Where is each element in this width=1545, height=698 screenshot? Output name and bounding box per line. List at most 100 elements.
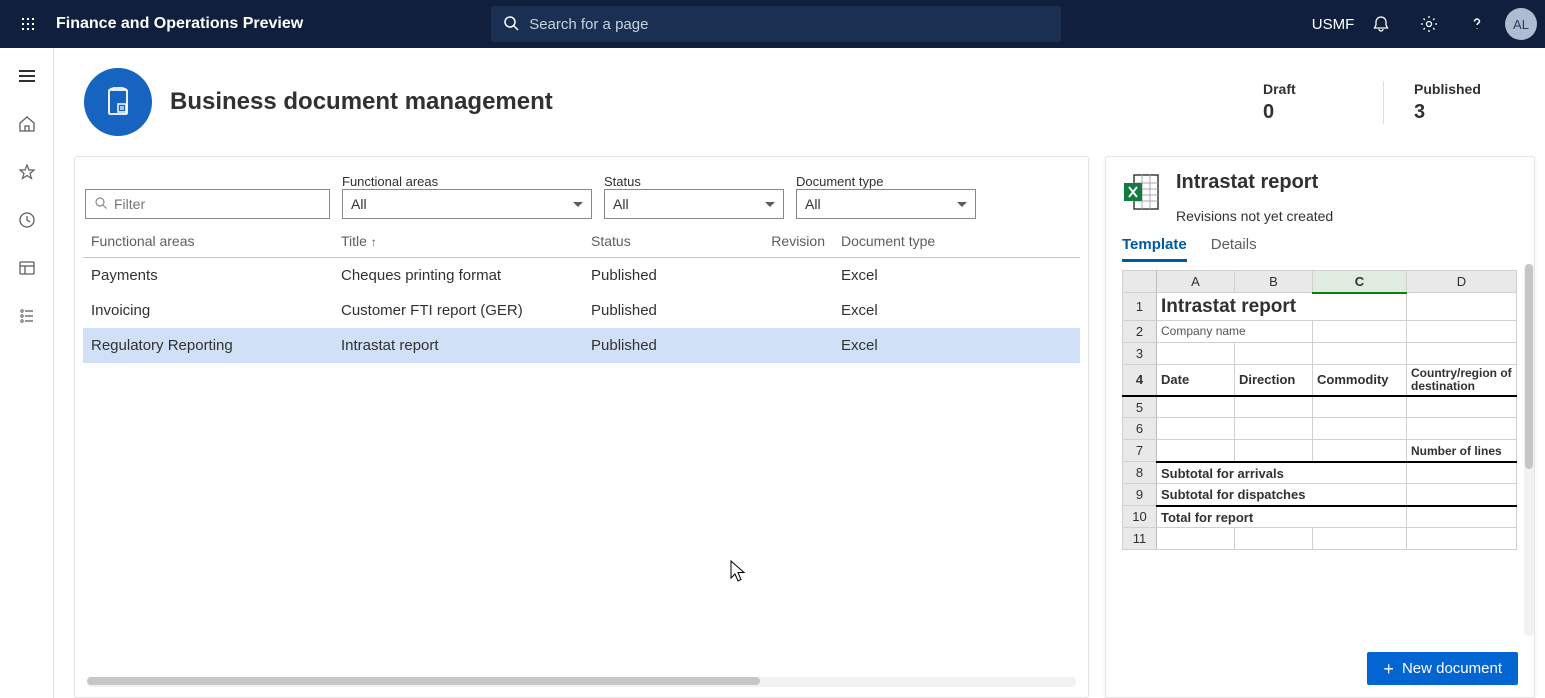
col-header-d[interactable]: D — [1407, 271, 1517, 293]
cell[interactable] — [1157, 440, 1235, 462]
workspace-icon — [84, 68, 152, 136]
favorites-icon[interactable] — [5, 154, 49, 190]
document-type-dropdown[interactable]: All — [796, 189, 976, 219]
recents-icon[interactable] — [5, 202, 49, 238]
col-revision[interactable]: Revision — [753, 225, 833, 258]
cell[interactable] — [1235, 342, 1313, 364]
functional-areas-dropdown[interactable]: All — [342, 189, 592, 219]
cell[interactable]: Total for report — [1157, 506, 1407, 528]
tab-details[interactable]: Details — [1211, 236, 1257, 262]
tab-template[interactable]: Template — [1122, 236, 1187, 262]
sheet-corner[interactable] — [1123, 271, 1157, 293]
cell[interactable]: Subtotal for arrivals — [1157, 462, 1407, 484]
published-count-tile[interactable]: Published 3 — [1383, 81, 1533, 124]
functional-areas-value: All — [351, 196, 367, 212]
filter-search[interactable] — [85, 189, 330, 219]
cell[interactable] — [1407, 418, 1517, 440]
modules-icon[interactable] — [5, 298, 49, 334]
cell[interactable] — [1313, 342, 1407, 364]
draft-count-tile[interactable]: Draft 0 — [1233, 81, 1383, 124]
avatar-initials: AL — [1505, 8, 1537, 40]
col-document-type[interactable]: Document type — [833, 225, 1080, 258]
table-cell — [753, 328, 833, 363]
row-header[interactable]: 2 — [1123, 320, 1157, 342]
cell[interactable] — [1157, 342, 1235, 364]
cell[interactable]: Country/region of destination — [1407, 364, 1517, 396]
notifications-icon[interactable] — [1361, 4, 1401, 44]
col-header-c[interactable]: C — [1313, 271, 1407, 293]
template-preview[interactable]: A B C D 1Intrastat report 2Company name … — [1106, 262, 1534, 640]
table-cell: Customer FTI report (GER) — [333, 293, 583, 328]
row-header[interactable]: 1 — [1123, 293, 1157, 321]
row-header[interactable]: 8 — [1123, 462, 1157, 484]
chevron-down-icon — [957, 202, 967, 207]
cell[interactable] — [1313, 396, 1407, 418]
table-row[interactable]: InvoicingCustomer FTI report (GER)Publis… — [83, 293, 1080, 328]
table-row[interactable]: PaymentsCheques printing formatPublished… — [83, 258, 1080, 294]
col-status[interactable]: Status — [583, 225, 753, 258]
cell[interactable]: Number of lines — [1407, 440, 1517, 462]
cell[interactable] — [1313, 528, 1407, 550]
col-title[interactable]: Title ↑ — [333, 225, 583, 258]
row-header[interactable]: 7 — [1123, 440, 1157, 462]
cell[interactable] — [1235, 440, 1313, 462]
user-avatar[interactable]: AL — [1505, 8, 1537, 40]
hamburger-icon[interactable] — [5, 58, 49, 94]
global-search-input[interactable] — [529, 16, 1049, 33]
cell[interactable] — [1407, 528, 1517, 550]
cell[interactable] — [1235, 528, 1313, 550]
help-icon[interactable] — [1457, 4, 1497, 44]
filter-search-input[interactable] — [114, 196, 321, 212]
app-title: Finance and Operations Preview — [56, 15, 303, 33]
status-value: All — [613, 196, 629, 212]
top-nav-bar: Finance and Operations Preview USMF AL — [0, 0, 1545, 48]
cell[interactable] — [1235, 396, 1313, 418]
vertical-scrollbar[interactable] — [1524, 264, 1534, 636]
horizontal-scrollbar[interactable] — [87, 677, 1076, 687]
settings-icon[interactable] — [1409, 4, 1449, 44]
cell[interactable] — [1407, 320, 1517, 342]
cell[interactable] — [1157, 396, 1235, 418]
cell[interactable]: Intrastat report — [1157, 293, 1407, 321]
cell[interactable] — [1313, 320, 1407, 342]
cell[interactable] — [1235, 418, 1313, 440]
cell[interactable]: Commodity — [1313, 364, 1407, 396]
company-code[interactable]: USMF — [1313, 4, 1353, 44]
status-filter-label: Status — [604, 174, 641, 189]
workspace-title: Business document management — [170, 88, 553, 116]
app-launcher-icon[interactable] — [8, 16, 48, 32]
cell[interactable] — [1407, 484, 1517, 506]
col-header-b[interactable]: B — [1235, 271, 1313, 293]
cell[interactable] — [1407, 462, 1517, 484]
row-header[interactable]: 3 — [1123, 342, 1157, 364]
global-search[interactable] — [491, 6, 1061, 42]
status-dropdown[interactable]: All — [604, 189, 784, 219]
cell[interactable] — [1407, 506, 1517, 528]
cell[interactable]: Direction — [1235, 364, 1313, 396]
row-header[interactable]: 10 — [1123, 506, 1157, 528]
cell[interactable] — [1157, 528, 1235, 550]
workspaces-icon[interactable] — [5, 250, 49, 286]
col-header-a[interactable]: A — [1157, 271, 1235, 293]
cell[interactable] — [1313, 440, 1407, 462]
cell[interactable]: Subtotal for dispatches — [1157, 484, 1407, 506]
home-icon[interactable] — [5, 106, 49, 142]
row-header[interactable]: 5 — [1123, 396, 1157, 418]
cell[interactable] — [1407, 293, 1517, 321]
col-functional-areas[interactable]: Functional areas — [83, 225, 333, 258]
cell[interactable] — [1407, 396, 1517, 418]
new-document-button[interactable]: + New document — [1367, 652, 1518, 685]
row-header[interactable]: 4 — [1123, 364, 1157, 396]
cell[interactable]: Company name — [1157, 320, 1313, 342]
cell[interactable]: Date — [1157, 364, 1235, 396]
detail-subtitle: Revisions not yet created — [1176, 208, 1333, 224]
detail-title: Intrastat report — [1176, 171, 1333, 194]
table-cell: Cheques printing format — [333, 258, 583, 294]
cell[interactable] — [1157, 418, 1235, 440]
cell[interactable] — [1313, 418, 1407, 440]
row-header[interactable]: 6 — [1123, 418, 1157, 440]
table-row[interactable]: Regulatory ReportingIntrastat reportPubl… — [83, 328, 1080, 363]
row-header[interactable]: 9 — [1123, 484, 1157, 506]
row-header[interactable]: 11 — [1123, 528, 1157, 550]
cell[interactable] — [1407, 342, 1517, 364]
